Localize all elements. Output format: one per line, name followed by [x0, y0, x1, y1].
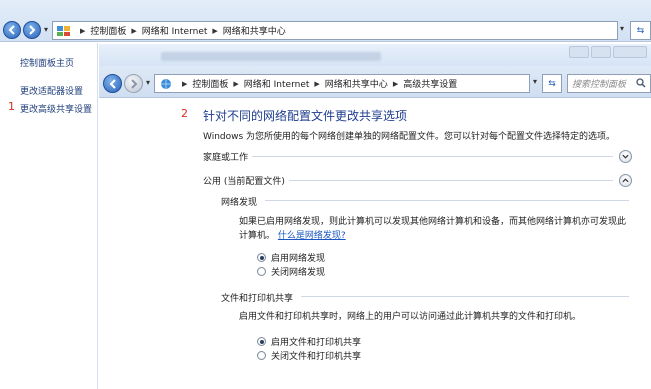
back-button[interactable]: [3, 21, 21, 39]
forward-arrow-icon: [29, 25, 36, 35]
breadcrumb-separator: ▶: [80, 26, 86, 35]
maximize-button[interactable]: [591, 46, 611, 58]
disable-network-discovery-radio[interactable]: [257, 267, 266, 276]
search-icon: [636, 78, 646, 88]
profile-home-work-divider: [252, 156, 613, 157]
breadcrumb-control-panel[interactable]: 控制面板 ▶: [90, 24, 141, 38]
control-panel-icon: [57, 25, 70, 36]
file-printer-sharing-title: 文件和打印机共享: [221, 294, 294, 304]
inner-title-bar: [99, 44, 651, 66]
forward-button[interactable]: [23, 21, 41, 39]
outer-address-dropdown[interactable]: ▾: [620, 24, 624, 33]
breadcrumb-separator: ▶: [182, 79, 188, 88]
breadcrumb-network-internet[interactable]: 网络和 Internet ▶: [244, 77, 325, 91]
outer-address-bar[interactable]: ▶ 控制面板 ▶ 网络和 Internet ▶ 网络和共享中心: [52, 21, 618, 40]
disable-file-printer-sharing-radio[interactable]: [257, 351, 266, 360]
breadcrumb-control-panel[interactable]: 控制面板 ▶: [192, 77, 243, 91]
recent-pages-dropdown[interactable]: ▾: [44, 25, 48, 34]
what-is-network-discovery-link[interactable]: 什么是网络发现?: [278, 231, 346, 241]
inner-recent-pages-dropdown[interactable]: ▾: [146, 78, 150, 87]
file-printer-sharing-text: 启用文件和打印机共享时，网络上的用户可以访问通过此计算机共享的文件和打印机。: [239, 312, 582, 322]
network-discovery-title: 网络发现: [221, 198, 258, 208]
change-adapter-settings-link[interactable]: 更改适配器设置: [20, 84, 83, 97]
left-task-pane: 控制面板主页 更改适配器设置 1 更改高级共享设置: [0, 43, 98, 389]
breadcrumb-network-sharing-center[interactable]: 网络和共享中心 ▶: [325, 77, 403, 91]
disable-network-discovery-label: 关闭网络发现: [271, 268, 326, 278]
inner-address-dropdown[interactable]: ▾: [533, 77, 537, 86]
close-button[interactable]: [613, 46, 647, 58]
step-marker-1: 1: [8, 100, 15, 113]
network-discovery-line2: 计算机。: [239, 231, 276, 241]
outer-refresh-button[interactable]: ⇆: [630, 21, 651, 40]
expand-home-work-button[interactable]: [619, 150, 632, 163]
network-discovery-divider: [265, 200, 629, 201]
enable-network-discovery-label: 启用网络发现: [271, 254, 326, 264]
profile-public-divider: [289, 180, 613, 181]
minimize-button[interactable]: [569, 46, 589, 58]
inner-back-button[interactable]: [103, 74, 122, 93]
inner-forward-button[interactable]: [124, 74, 143, 93]
chevron-down-icon: [622, 154, 629, 159]
forward-arrow-icon: [130, 78, 137, 89]
network-discovery-line1: 如果已启用网络发现，则此计算机可以发现其他网络计算机和设备，而其他网络计算机亦可…: [239, 217, 627, 227]
profile-public-label: 公用 (当前配置文件): [203, 177, 285, 187]
profile-public-header[interactable]: 公用 (当前配置文件): [203, 174, 285, 187]
step-marker-2: 2: [181, 107, 188, 120]
refresh-icon: ⇆: [548, 78, 556, 89]
enable-file-printer-sharing-option[interactable]: 启用文件和打印机共享: [257, 335, 361, 348]
refresh-icon: ⇆: [636, 25, 645, 36]
enable-network-discovery-option[interactable]: 启用网络发现: [257, 251, 325, 264]
collapse-public-button[interactable]: [619, 174, 632, 187]
back-arrow-icon: [109, 78, 116, 89]
breadcrumb-network-sharing-center[interactable]: 网络和共享中心: [223, 24, 286, 37]
profile-home-work-label: 家庭或工作: [203, 153, 249, 163]
profile-home-work-header[interactable]: 家庭或工作: [203, 150, 248, 163]
page-description: Windows 为您所使用的每个网络创建单独的网络配置文件。您可以针对每个配置文…: [203, 132, 616, 142]
enable-network-discovery-radio[interactable]: [257, 253, 266, 262]
breadcrumb-network-internet[interactable]: 网络和 Internet ▶: [142, 24, 223, 38]
breadcrumb-advanced-sharing[interactable]: 高级共享设置: [403, 77, 457, 90]
page-title: 针对不同的网络配置文件更改共享选项: [203, 109, 408, 123]
inner-navigation-bar: ▾ ▶ 控制面板 ▶ 网络和 Internet ▶ 网络和共享中心 ▶ 高级共享设置 …: [99, 66, 651, 98]
advanced-sharing-window: ▾ ▶ 控制面板 ▶ 网络和 Internet ▶ 网络和共享中心 ▶ 高级共享设置 …: [99, 44, 651, 389]
file-printer-sharing-divider: [301, 296, 629, 297]
sharing-settings-content: 2 针对不同的网络配置文件更改共享选项 Windows 为您所使用的每个网络创建…: [99, 99, 651, 389]
change-advanced-sharing-link[interactable]: 更改高级共享设置: [20, 102, 92, 115]
search-placeholder: 搜索控制面板: [572, 80, 627, 90]
chevron-up-icon: [622, 178, 629, 183]
enable-file-printer-sharing-label: 启用文件和打印机共享: [271, 338, 362, 348]
disable-file-printer-sharing-option[interactable]: 关闭文件和打印机共享: [257, 349, 361, 362]
inner-refresh-button[interactable]: ⇆: [542, 74, 562, 93]
network-icon: [161, 78, 171, 89]
disable-file-printer-sharing-label: 关闭文件和打印机共享: [271, 352, 362, 362]
network-discovery-text: 如果已启用网络发现，则此计算机可以发现其他网络计算机和设备，而其他网络计算机亦可…: [239, 215, 626, 243]
outer-navigation-bar: ▾ ▶ 控制面板 ▶ 网络和 Internet ▶ 网络和共享中心 ▾ ⇆: [0, 0, 651, 42]
back-arrow-icon: [8, 25, 15, 35]
search-control-panel-input[interactable]: 搜索控制面板: [567, 74, 651, 93]
enable-file-printer-sharing-radio[interactable]: [257, 337, 266, 346]
disable-network-discovery-option[interactable]: 关闭网络发现: [257, 265, 325, 278]
control-panel-home-link[interactable]: 控制面板主页: [20, 56, 74, 69]
blurred-title: [161, 52, 381, 61]
inner-address-bar[interactable]: ▶ 控制面板 ▶ 网络和 Internet ▶ 网络和共享中心 ▶ 高级共享设置: [154, 74, 530, 93]
